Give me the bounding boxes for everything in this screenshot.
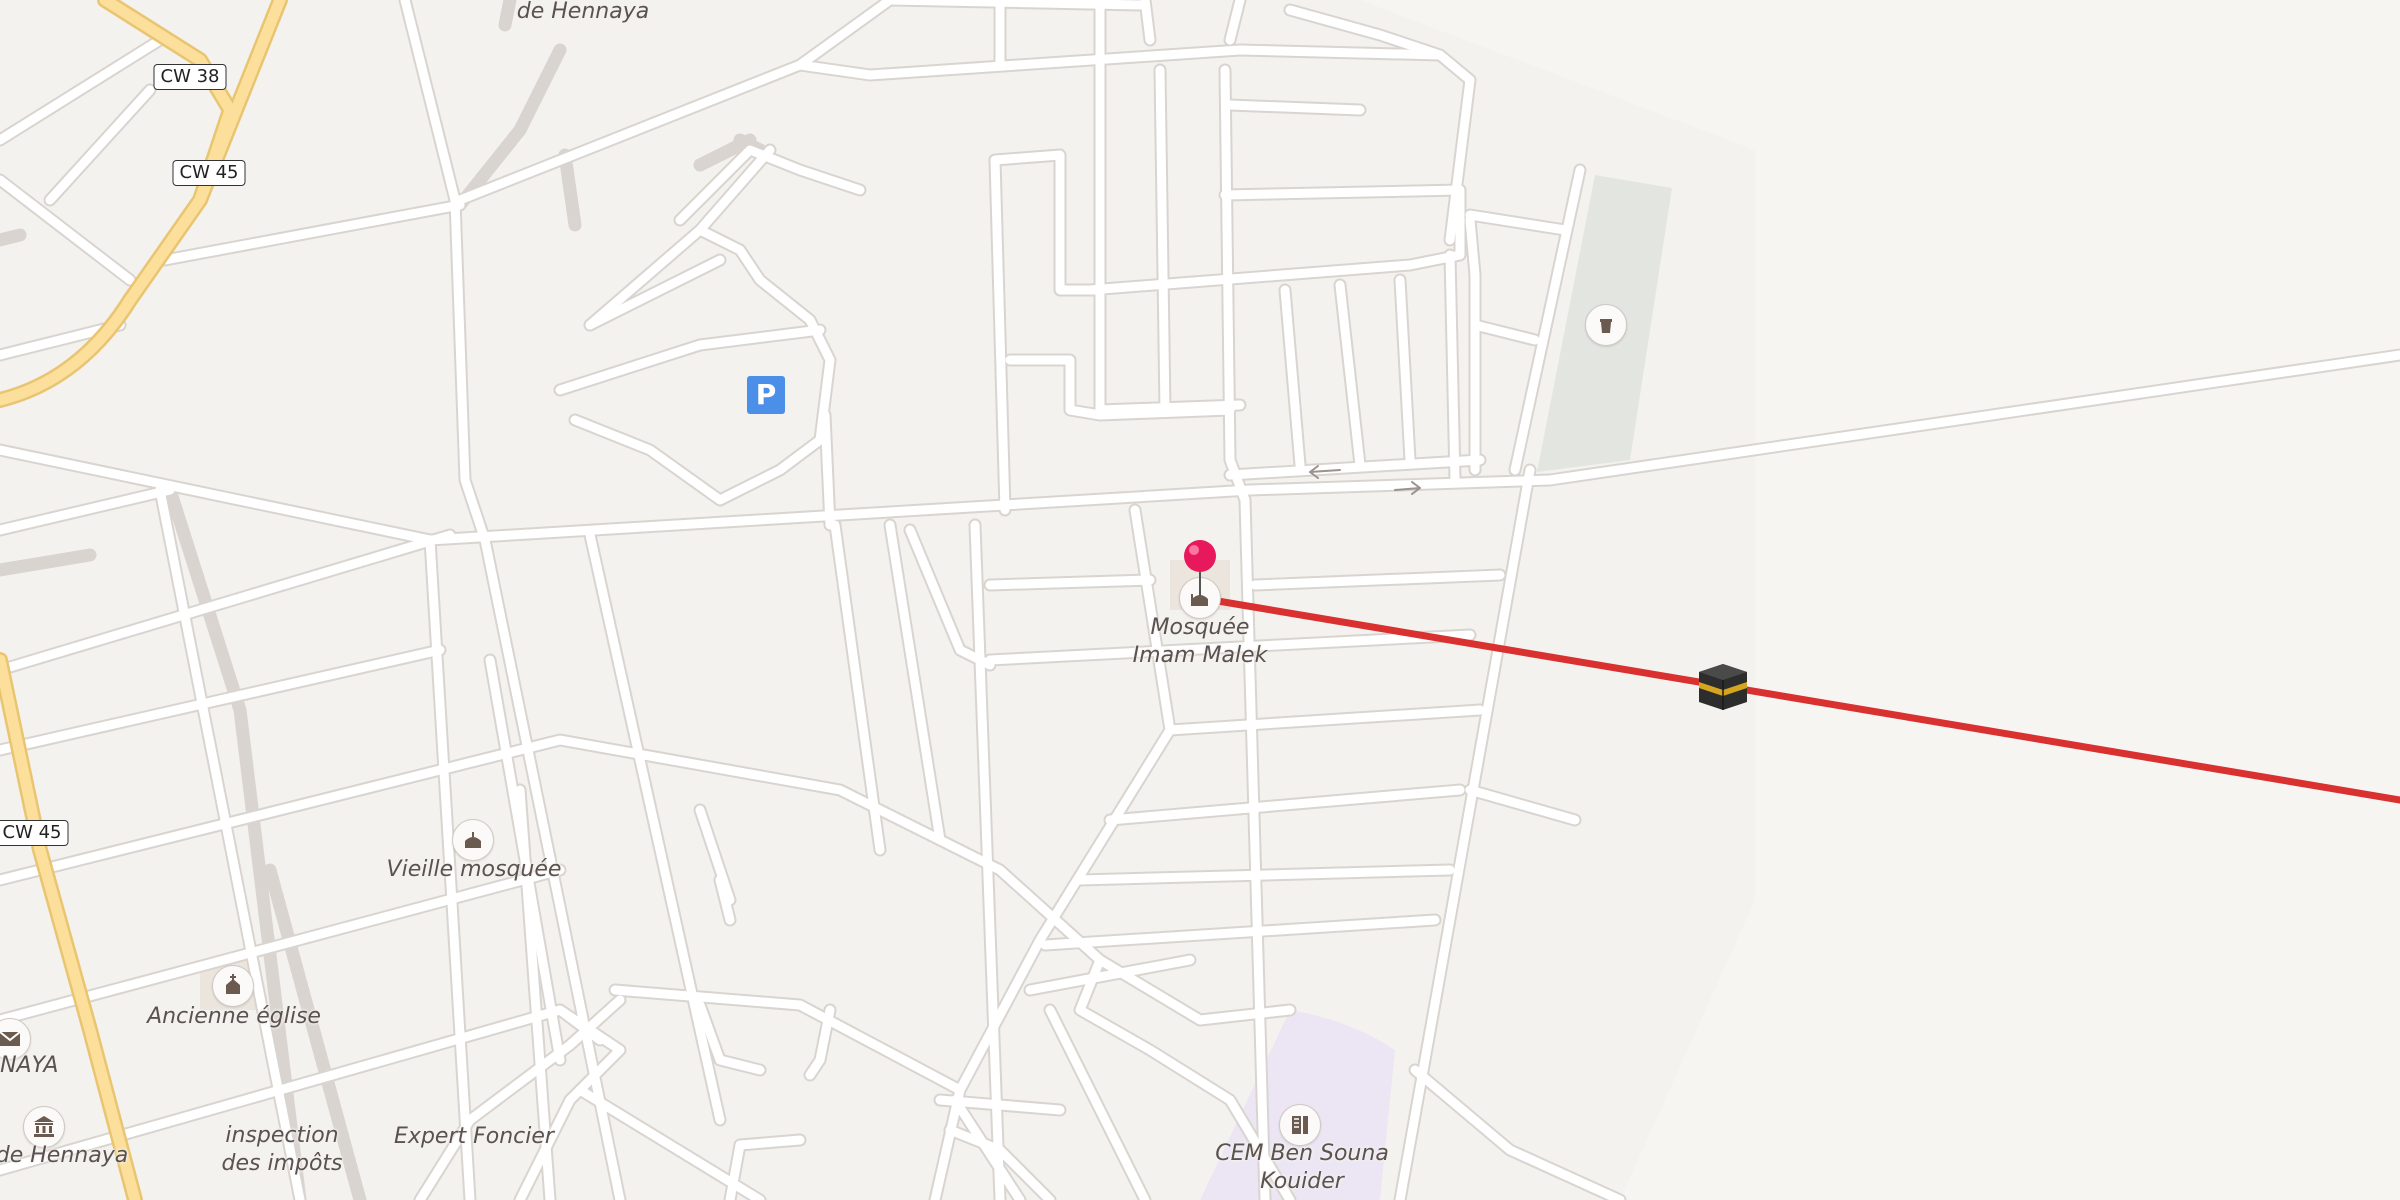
mosque-icon[interactable] xyxy=(452,819,494,861)
parking-icon[interactable]: P xyxy=(747,376,785,414)
poi-label-mosquee-imam-malek[interactable]: Mosquée Imam Malek xyxy=(1133,614,1268,670)
open-land-area xyxy=(1360,0,2400,1200)
poi-label-inspection-des-impots[interactable]: inspection des impôts xyxy=(221,1122,342,1178)
road-shield-cw45: CW 45 xyxy=(172,160,246,186)
poi-label-line: inspection xyxy=(225,1123,339,1148)
poi-label-line: des impôts xyxy=(221,1151,343,1176)
poi-label-cem-ben-souna-kouider[interactable]: CEM Ben Souna Kouider xyxy=(1215,1140,1389,1196)
church-icon[interactable] xyxy=(212,965,254,1007)
road-shield-cw38: CW 38 xyxy=(153,64,227,90)
poi-label-ancienne-eglise[interactable]: Ancienne église xyxy=(147,1003,321,1031)
poi-label-inaya[interactable]: INAYA xyxy=(0,1052,58,1080)
cemetery-icon[interactable] xyxy=(1585,304,1627,346)
poi-label-hennaya[interactable]: de Hennaya xyxy=(0,1142,128,1170)
poi-label-vieille-mosquee[interactable]: Vieille mosquée xyxy=(387,856,562,884)
poi-label-line: CEM Ben Souna xyxy=(1215,1141,1389,1166)
road-shield-cw45: CW 45 xyxy=(0,820,69,846)
poi-label-expert-foncier[interactable]: Expert Foncier xyxy=(394,1123,554,1151)
poi-label-line: Kouider xyxy=(1260,1169,1344,1194)
location-pin-icon[interactable] xyxy=(1180,538,1220,602)
kaaba-icon[interactable] xyxy=(1695,658,1751,718)
place-label: de Hennaya xyxy=(516,0,650,24)
poi-label-line: Mosquée xyxy=(1150,615,1250,640)
poi-label-line: Imam Malek xyxy=(1132,643,1268,668)
